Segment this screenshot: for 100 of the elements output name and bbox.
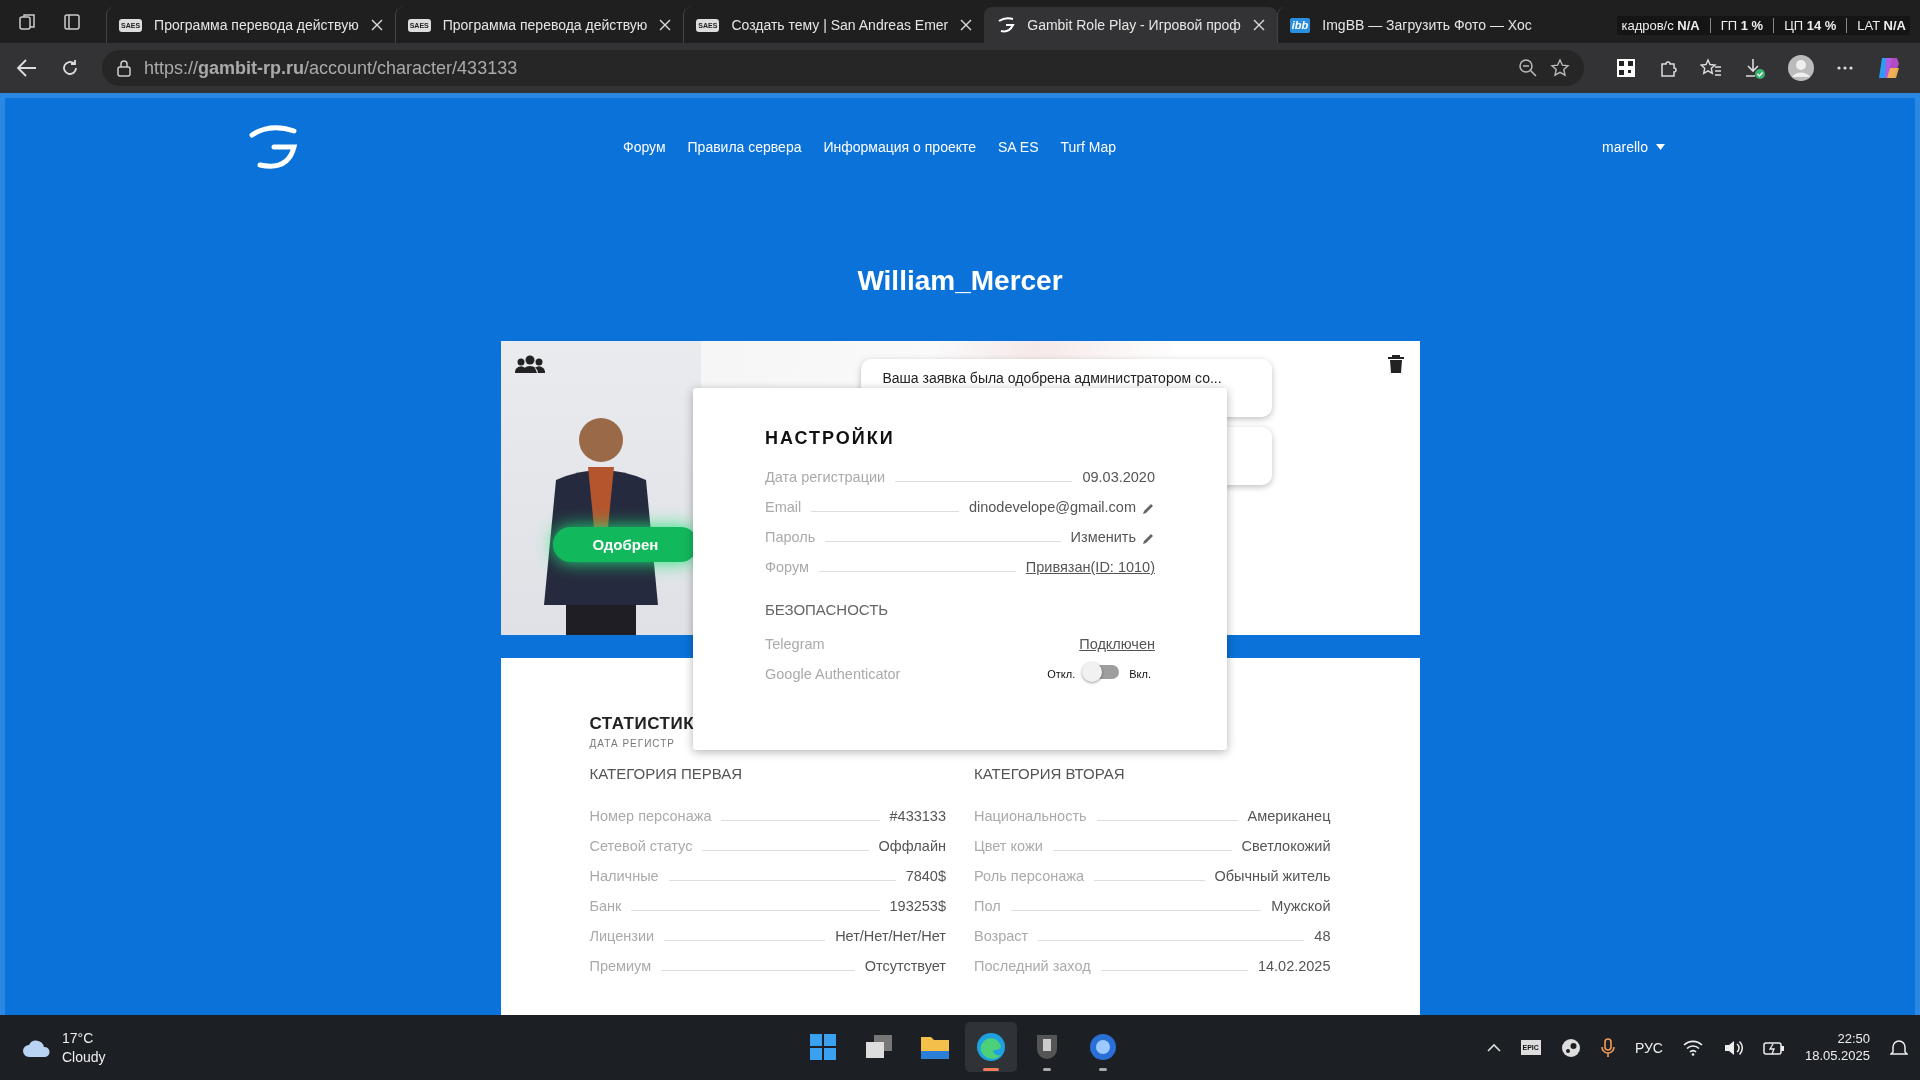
field-label: Национальность: [974, 808, 1087, 824]
notification-bell-icon[interactable]: [1890, 1038, 1908, 1057]
link[interactable]: Привязан(ID: 1010): [1025, 559, 1155, 575]
pencil-icon[interactable]: [1142, 532, 1155, 545]
field-label: Лицензии: [589, 928, 655, 944]
pencil-icon[interactable]: [1142, 502, 1155, 515]
tab-title: Gambit Role Play - Игровой проф: [1027, 17, 1241, 33]
field-label: Google Authenticator: [765, 666, 901, 682]
close-icon[interactable]: [370, 19, 383, 31]
perf-reading: LAT N/A: [1846, 18, 1906, 33]
close-icon[interactable]: [659, 19, 672, 31]
site-logo[interactable]: [248, 125, 298, 169]
toggle-label: Вкл.: [1129, 668, 1151, 680]
caret-icon: [1656, 144, 1665, 150]
field-label: Последний заход: [974, 958, 1091, 974]
field-value: Нет/Нет/Нет/Нет: [835, 928, 946, 944]
field-value: Обычный житель: [1214, 868, 1331, 884]
field-label: Роль персонажа: [974, 868, 1085, 884]
puzzle-icon[interactable]: [1658, 58, 1678, 78]
field-value: 14.02.2025: [1257, 958, 1331, 974]
toggle-switch[interactable]: [1085, 665, 1120, 679]
language-indicator[interactable]: РУС: [1634, 1039, 1663, 1056]
battery-icon[interactable]: [1762, 1039, 1785, 1056]
steam-icon[interactable]: [1560, 1037, 1581, 1058]
address-field[interactable]: https://gambit-rp.ru/account/character/433133: [102, 50, 1584, 86]
clock-time: 22:50: [1837, 1030, 1870, 1048]
field-label: Форум: [765, 559, 810, 575]
windows-logo-icon: [809, 1033, 837, 1061]
field-value: 7840$: [905, 868, 946, 884]
shield-icon: [1034, 1033, 1060, 1061]
field-label: Номер персонажа: [589, 808, 712, 824]
taskbar-app[interactable]: [965, 1022, 1017, 1072]
close-icon[interactable]: [960, 19, 973, 31]
favorites-icon[interactable]: [1700, 58, 1722, 78]
weather-condition: Cloudy: [62, 1047, 106, 1066]
toggle-label: Откл.: [1047, 668, 1076, 680]
category-heading: КАТЕГОРИЯ ПЕРВАЯ: [589, 765, 744, 782]
copilot-icon[interactable]: [1876, 55, 1902, 81]
browser-tab[interactable]: Gambit Role Play - Игровой проф: [984, 7, 1277, 43]
field-value: Отсутствует: [864, 958, 946, 974]
tab-title: Создать тему | San Andreas Emer: [731, 17, 949, 33]
field-label: Банк: [589, 898, 622, 914]
stats-subheading: ДАТА РЕГИСТР: [589, 738, 676, 749]
group-icon[interactable]: [514, 355, 545, 373]
field-label: Премиум: [589, 958, 652, 974]
field-value: dinodevelope@gmail.com: [968, 499, 1136, 515]
tab-title: Программа перевода действую: [442, 17, 648, 33]
refresh-icon[interactable]: [60, 58, 80, 78]
browser-icon: [976, 1032, 1006, 1062]
back-icon[interactable]: [16, 58, 38, 78]
field-label: Telegram: [765, 636, 825, 652]
user-menu[interactable]: marello: [1602, 139, 1665, 155]
url-text: https://gambit-rp.ru/account/character/433133: [144, 57, 518, 79]
wifi-icon[interactable]: [1682, 1039, 1703, 1056]
star-icon[interactable]: [1550, 58, 1570, 78]
g-logo-icon: [997, 17, 1016, 33]
nav-link[interactable]: Правила сервера: [687, 139, 802, 155]
profile-avatar-icon[interactable]: [1788, 55, 1814, 81]
more-icon[interactable]: [1836, 65, 1854, 71]
qr-code-icon[interactable]: [1616, 58, 1636, 78]
tab-title: Программа перевода действую: [154, 17, 359, 33]
link[interactable]: Подключен: [1079, 636, 1155, 652]
field-value: 48: [1314, 928, 1331, 944]
folder-icon: [920, 1034, 950, 1060]
field-label: Email: [765, 499, 802, 515]
zoom-out-icon[interactable]: [1518, 58, 1538, 78]
orb-icon: [1089, 1033, 1117, 1061]
field-value: Изменить: [1070, 529, 1136, 545]
field-value: 09.03.2020: [1082, 469, 1155, 485]
stats-heading: СТАТИСТИК: [589, 714, 696, 734]
category-heading: КАТЕГОРИЯ ВТОРАЯ: [974, 765, 1126, 782]
download-icon[interactable]: [1744, 57, 1766, 79]
field-label: Цвет кожи: [974, 838, 1043, 854]
nav-link[interactable]: SA ES: [998, 139, 1039, 155]
workspaces-icon[interactable]: [18, 11, 38, 32]
chevron-up-icon[interactable]: [1486, 1043, 1501, 1052]
field-label: Пол: [974, 898, 1001, 914]
field-label: Дата регистрации: [765, 469, 886, 485]
close-icon[interactable]: [1252, 19, 1265, 31]
field-label: Наличные: [589, 868, 659, 884]
field-value: 193253$: [889, 898, 946, 914]
field-value: #433133: [889, 808, 946, 824]
nav-link[interactable]: Информация о проекте: [823, 139, 977, 155]
ibb-logo-icon: ibb: [1289, 17, 1311, 33]
field-value: Мужской: [1271, 898, 1331, 914]
tab-actions-icon[interactable]: [62, 11, 82, 32]
nav-link[interactable]: Turf Map: [1060, 139, 1116, 155]
windows-stack-icon: [865, 1034, 893, 1060]
nav-link[interactable]: Форум: [623, 139, 666, 155]
perf-reading: кадров/с N/A: [1621, 18, 1700, 33]
microphone-icon[interactable]: [1600, 1037, 1615, 1058]
field-value: Оффлайн: [878, 838, 946, 854]
temperature: 17°C: [62, 1029, 95, 1048]
field-label: Сетевой статус: [589, 838, 693, 854]
tab-title: ImgBB — Загрузить Фото — Хос: [1322, 17, 1532, 33]
volume-icon[interactable]: [1722, 1038, 1743, 1057]
perf-reading: ЦП 14 %: [1773, 18, 1837, 33]
trash-icon[interactable]: [1387, 355, 1404, 373]
perf-reading: ГП 1 %: [1709, 18, 1764, 33]
dialog-title: НАСТРОЙКИ: [765, 428, 896, 449]
